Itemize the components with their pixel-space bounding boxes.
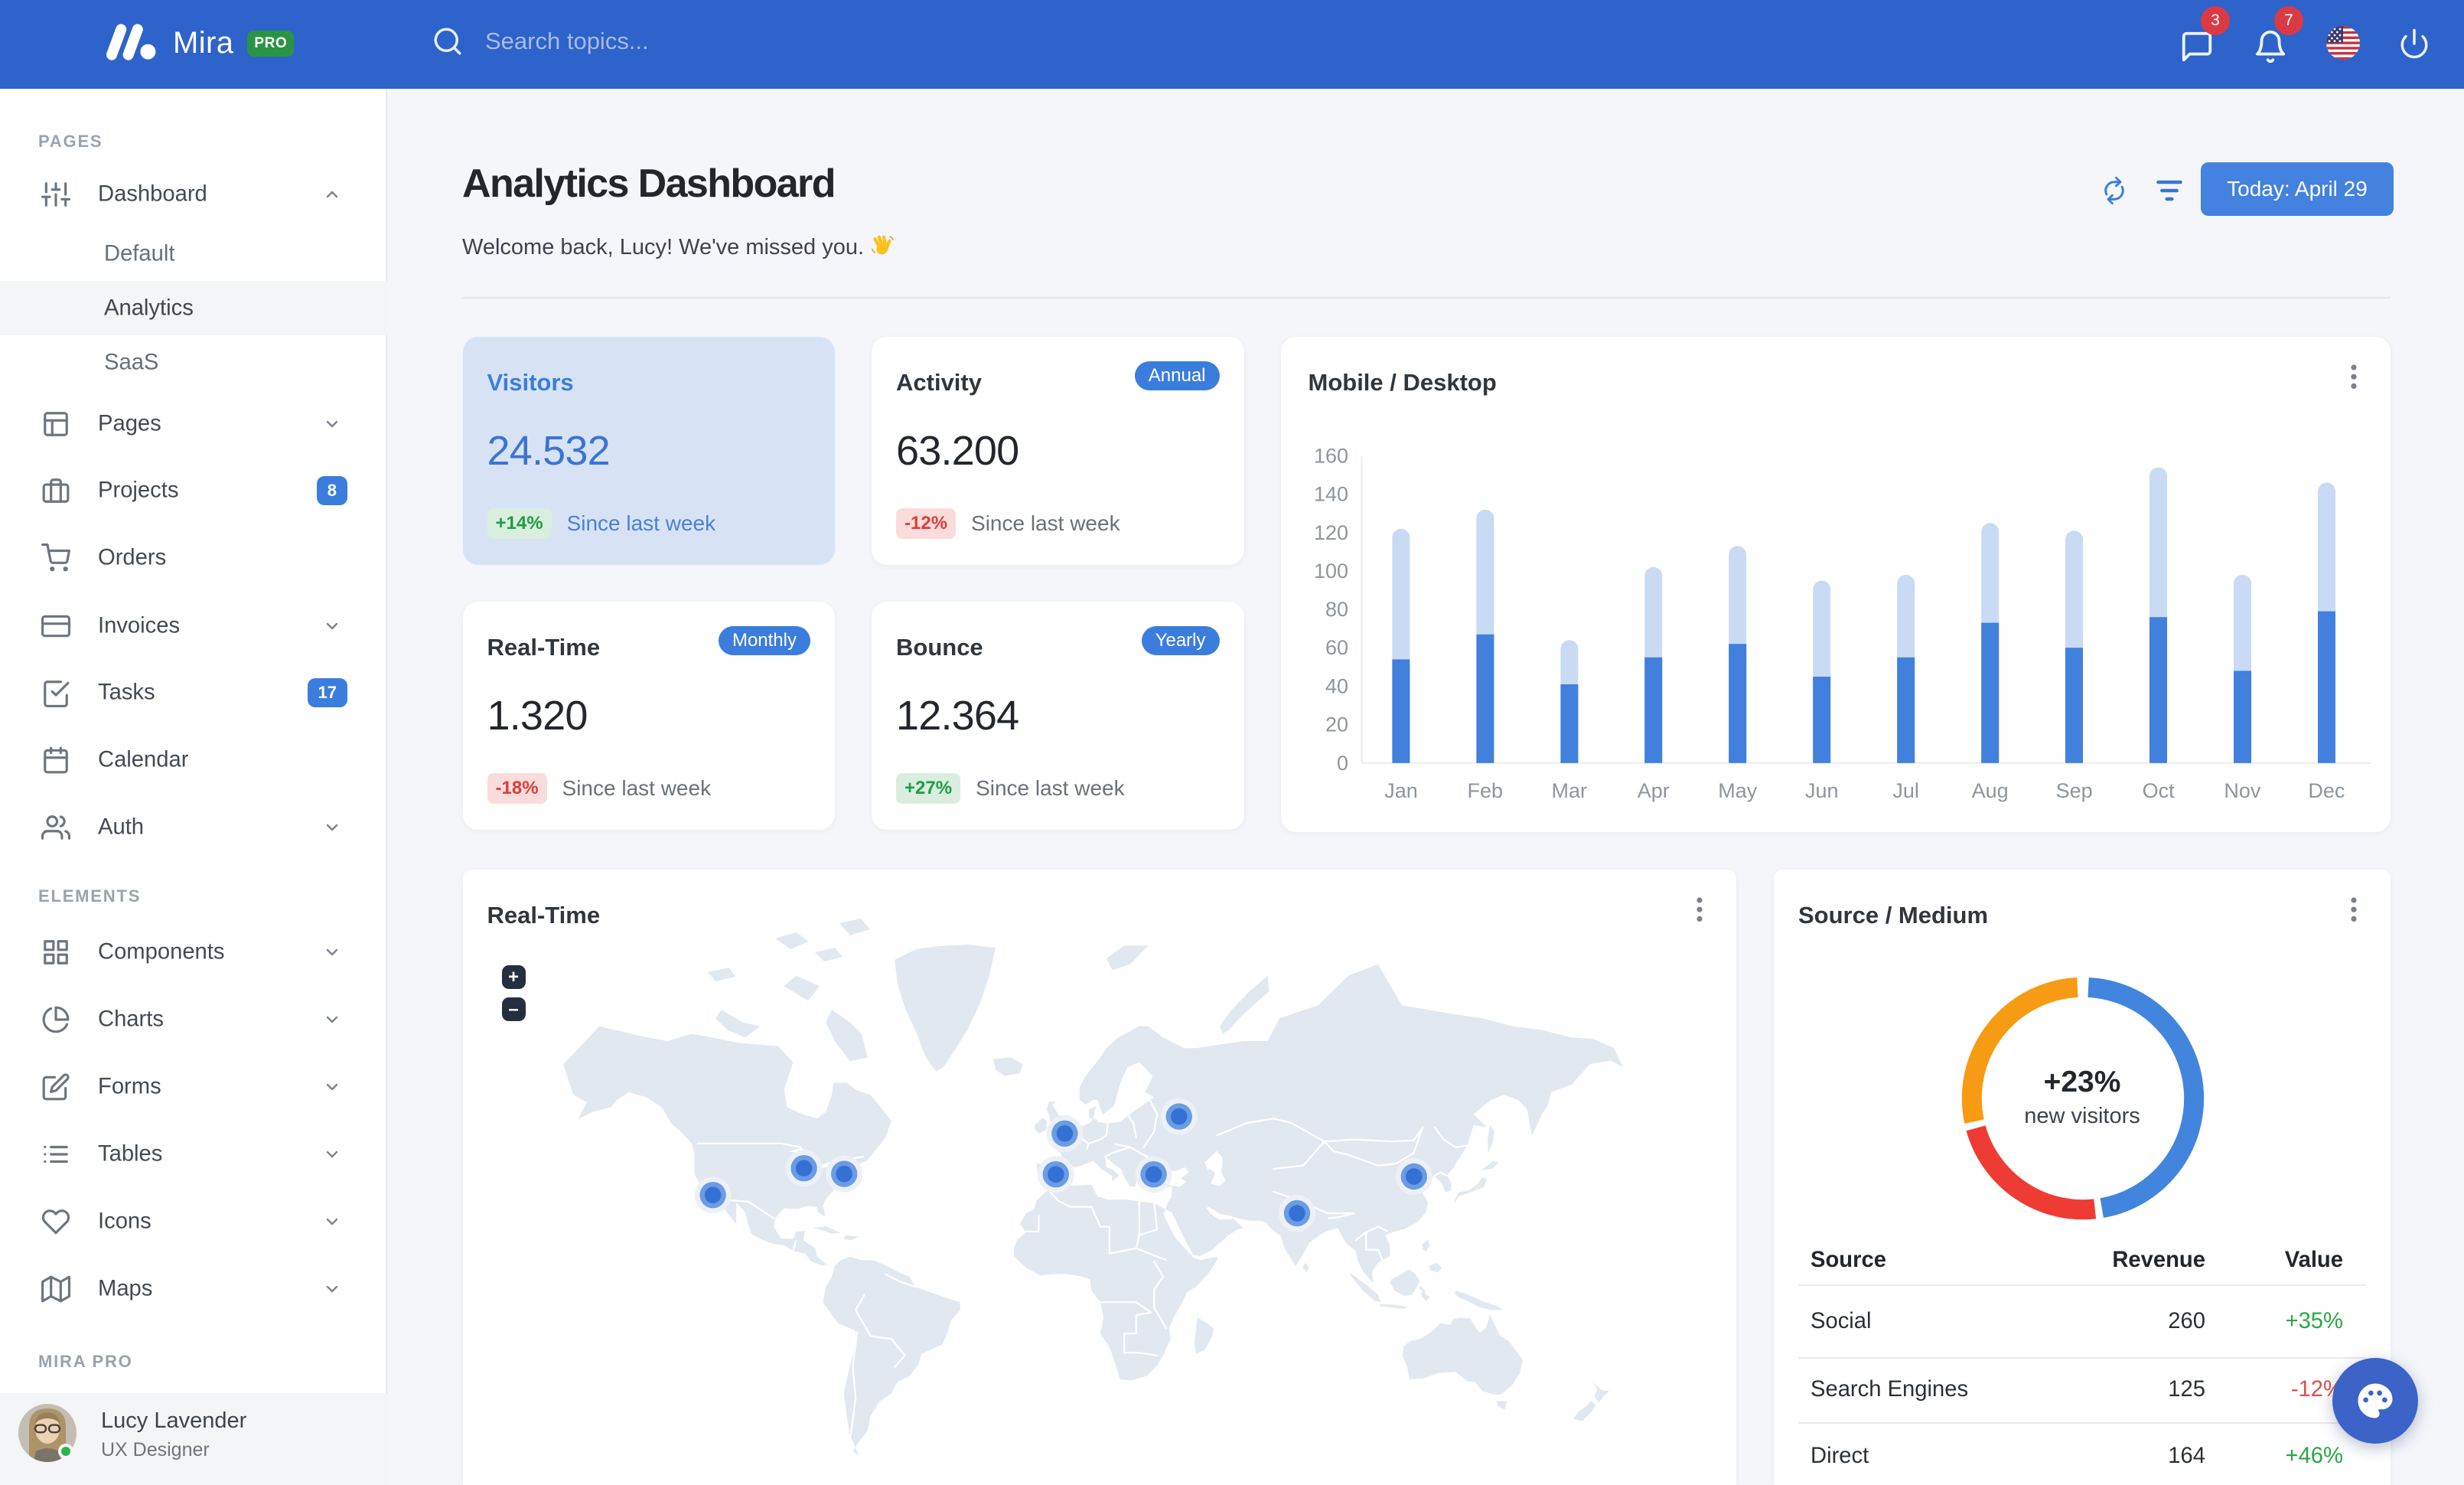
svg-text:May: May (1718, 779, 1758, 802)
svg-text:Oct: Oct (2142, 779, 2175, 802)
svg-text:20: 20 (1325, 713, 1348, 736)
svg-text:Sep: Sep (2055, 779, 2092, 802)
svg-text:Feb: Feb (1467, 779, 1503, 802)
svg-text:Aug: Aug (1971, 779, 2008, 802)
svg-text:Jul: Jul (1892, 779, 1919, 802)
svg-text:0: 0 (1336, 752, 1348, 775)
svg-text:100: 100 (1313, 560, 1348, 583)
svg-text:60: 60 (1325, 636, 1348, 659)
svg-text:40: 40 (1325, 674, 1348, 697)
svg-text:Apr: Apr (1637, 779, 1669, 802)
svg-text:120: 120 (1313, 521, 1348, 544)
svg-text:140: 140 (1313, 483, 1348, 506)
svg-text:Mar: Mar (1551, 779, 1587, 802)
svg-text:80: 80 (1325, 598, 1348, 621)
svg-text:Nov: Nov (2224, 779, 2261, 802)
svg-text:Jun: Jun (1805, 779, 1839, 802)
svg-text:Dec: Dec (2308, 779, 2345, 802)
svg-text:160: 160 (1313, 444, 1348, 467)
svg-text:Jan: Jan (1384, 779, 1418, 802)
